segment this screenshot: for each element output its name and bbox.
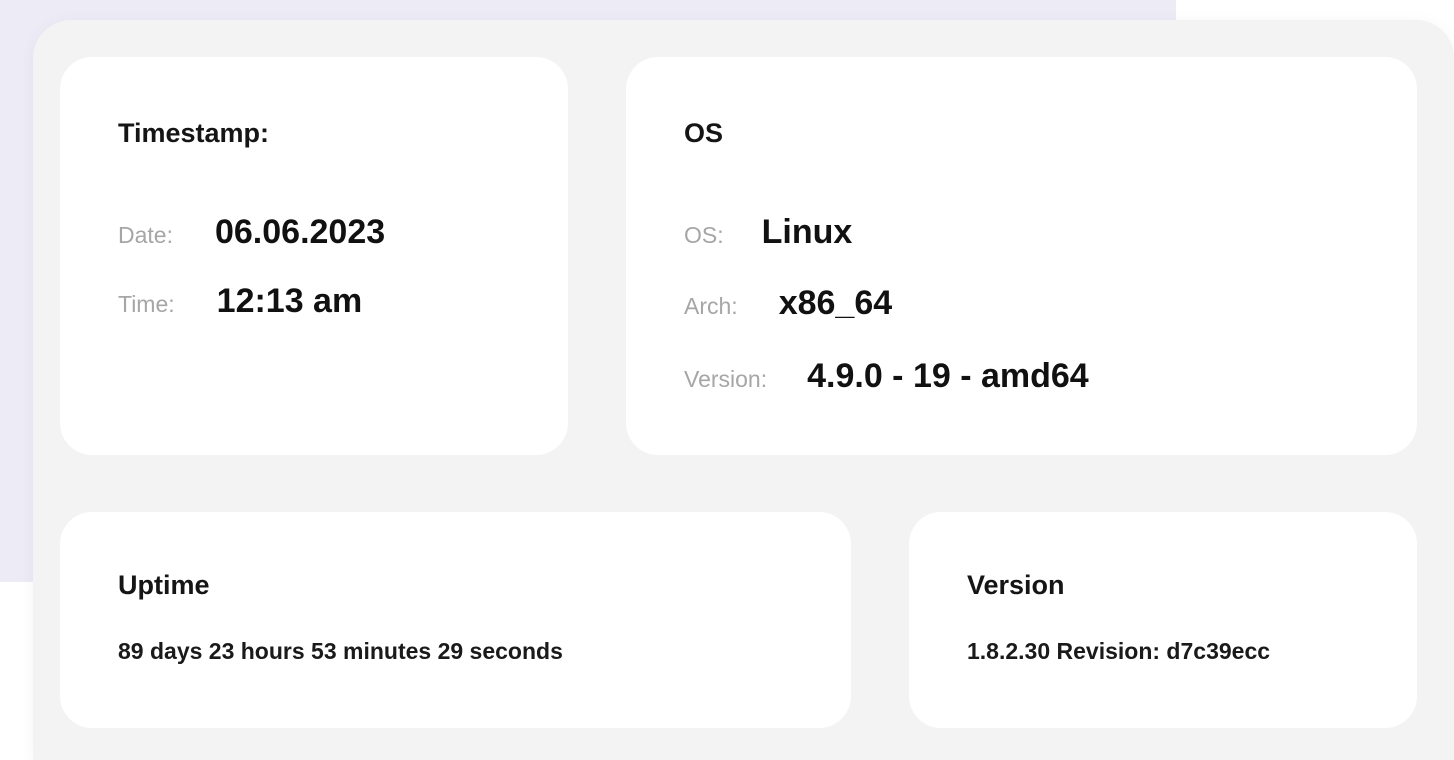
os-card: OS OS: Linux Arch: x86_64 Version: 4.9.0…: [626, 57, 1417, 455]
os-row: OS: Linux: [684, 213, 852, 252]
os-version-value: 4.9.0 - 19 - amd64: [807, 357, 1089, 395]
timestamp-card-title: Timestamp:: [118, 118, 270, 148]
time-label: Time:: [118, 291, 175, 317]
time-row: Time: 12:13 am: [118, 282, 362, 321]
os-value: Linux: [761, 213, 853, 251]
timestamp-card: Timestamp: Date: 06.06.2023 Time: 12:13 …: [60, 57, 568, 455]
arch-row: Arch: x86_64: [684, 284, 892, 323]
date-row: Date: 06.06.2023: [118, 213, 385, 252]
version-card: Version 1.8.2.30 Revision: d7c39ecc: [909, 512, 1417, 728]
os-version-row: Version: 4.9.0 - 19 - amd64: [684, 357, 1089, 396]
os-card-title: OS: [684, 118, 724, 148]
arch-label: Arch:: [684, 293, 738, 319]
uptime-value: 89 days 23 hours 53 minutes 29 seconds: [118, 638, 563, 664]
date-label: Date:: [118, 222, 173, 248]
os-version-label: Version:: [684, 366, 768, 392]
uptime-card-title: Uptime: [118, 570, 210, 600]
uptime-card: Uptime 89 days 23 hours 53 minutes 29 se…: [60, 512, 851, 728]
system-info-panel: Timestamp: Date: 06.06.2023 Time: 12:13 …: [33, 20, 1454, 760]
time-value: 12:13 am: [216, 282, 363, 320]
os-label: OS:: [684, 222, 724, 248]
date-value: 06.06.2023: [214, 213, 386, 251]
version-card-title: Version: [967, 570, 1065, 600]
version-value: 1.8.2.30 Revision: d7c39ecc: [967, 638, 1271, 664]
arch-value: x86_64: [778, 284, 893, 322]
